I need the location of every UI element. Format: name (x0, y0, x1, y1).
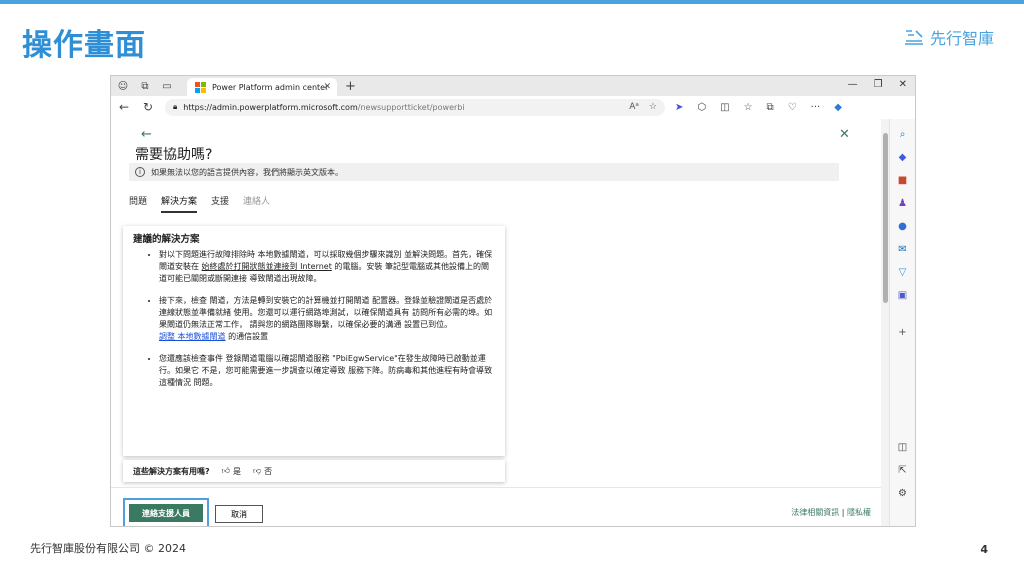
thumbs-up-icon: 👍︎ (221, 466, 231, 475)
collections-icon[interactable]: ⧉ (767, 102, 774, 113)
address-bar[interactable]: 🔒︎ https://admin.powerplatform.microsoft… (165, 98, 665, 116)
shopping-tag-icon[interactable]: ◆ (899, 152, 907, 163)
feedback-question: 這些解決方案有用嗎? (133, 466, 210, 476)
brand-name: 先行智庫 (929, 29, 994, 48)
lock-icon: 🔒︎ (173, 102, 178, 111)
brand-logo: 先行智庫 (904, 25, 994, 49)
support-panel: ← ✕ 需要協助嗎? i 如果無法以您的語言提供內容，我們將顯示英文版本。 問題… (111, 119, 881, 526)
url-host: https://admin.powerplatform.microsoft.co… (183, 102, 358, 112)
legal-links: 法律相關資訊 | 隱私權 (791, 507, 871, 518)
feedback-bar: 這些解決方案有用嗎? 👍︎ 是 👎︎ 否 (123, 460, 505, 482)
favorite-star-icon[interactable]: ☆ (649, 102, 657, 112)
panel-close-icon[interactable]: ✕ (839, 127, 850, 142)
notice-text: 如果無法以您的語言提供內容，我們將顯示英文版本。 (151, 167, 343, 177)
tab-support[interactable]: 支援 (211, 194, 229, 213)
restore-icon[interactable]: ❐ (874, 79, 883, 90)
panel-title: 需要協助嗎? (135, 147, 213, 163)
feedback-no-button[interactable]: 👎︎ 否 (253, 466, 272, 477)
url-path: /newsupportticket/powerbi (357, 102, 465, 112)
split-screen-icon[interactable]: ◫ (720, 102, 729, 113)
browser-tab-active[interactable]: Power Platform admin center ✕ (187, 78, 337, 96)
extension-arrow-icon[interactable]: ➤ (675, 102, 683, 113)
slide: 操作畫面 先行智庫 ☺ ⧉ ▭ Power Platform admin cen… (0, 0, 1024, 576)
hide-sidebar-icon[interactable]: ◫ (898, 442, 907, 453)
tab-problem[interactable]: 問題 (129, 194, 147, 213)
slide-title: 操作畫面 (22, 28, 146, 63)
cancel-button[interactable]: 取消 (215, 505, 263, 523)
favorites-icon[interactable]: ☆ (744, 102, 753, 113)
copilot-icon[interactable]: ◆ (834, 102, 842, 113)
more-menu-icon[interactable]: ··· (811, 102, 821, 113)
workspaces-icon[interactable]: ⧉ (139, 80, 151, 92)
refresh-icon[interactable]: ↻ (141, 100, 155, 114)
browser-window: ☺ ⧉ ▭ Power Platform admin center ✕ + — … (110, 75, 916, 527)
profile-avatar-icon[interactable]: ☺ (117, 80, 129, 92)
highlight-box: 連絡支援人員 (123, 498, 209, 526)
privacy-link[interactable]: 隱私權 (847, 508, 871, 517)
tab-close-icon[interactable]: ✕ (323, 82, 331, 92)
read-aloud-icon[interactable]: Aᵃ (629, 102, 639, 112)
browser-toolbar: ← ↻ 🔒︎ https://admin.powerplatform.micro… (111, 96, 915, 118)
language-notice: i 如果無法以您的語言提供內容，我們將顯示英文版本。 (129, 163, 839, 181)
panel-back-icon[interactable]: ← (141, 127, 152, 142)
solutions-list: 對以下問題進行故障排除時 本地數據閘道，可以採取幾個步驟來識別 並解決問題。首先… (133, 249, 495, 389)
edge-sidebar: ⌕ ◆ ■ ♟ ● ✉ ▽ ▣ + ◫ ⇱ ⚙ (889, 119, 915, 526)
tab-strip: ☺ ⧉ ▭ Power Platform admin center ✕ + — … (111, 76, 915, 96)
scrollbar-thumb[interactable] (883, 133, 888, 303)
info-icon: i (135, 167, 145, 177)
feedback-yes-button[interactable]: 👍︎ 是 (222, 466, 241, 477)
slide-top-accent-bar (0, 0, 1024, 4)
solutions-heading: 建議的解決方案 (133, 234, 200, 245)
back-icon[interactable]: ← (117, 100, 131, 114)
legal-separator: | (841, 508, 845, 517)
tab-title: Power Platform admin center (212, 82, 329, 92)
minimize-icon[interactable]: — (848, 79, 858, 90)
outlook-icon[interactable]: ✉ (898, 244, 906, 255)
legal-info-link[interactable]: 法律相關資訊 (791, 508, 839, 517)
tab-solutions[interactable]: 解決方案 (161, 194, 198, 213)
panel-tabs: 問題 解決方案 支援 連絡人 (129, 194, 270, 213)
office-icon[interactable]: ● (898, 221, 907, 232)
tab-contact: 連絡人 (243, 197, 271, 207)
adjust-gateway-link[interactable]: 調整 本地數據閘道 (159, 332, 226, 341)
thumbs-down-icon: 👎︎ (253, 466, 262, 475)
window-close-icon[interactable]: ✕ (899, 79, 907, 90)
open-external-icon[interactable]: ⇱ (898, 465, 906, 476)
extensions-icon[interactable]: ⬡ (697, 102, 706, 113)
teams-icon[interactable]: ▣ (898, 290, 907, 301)
performance-icon[interactable]: ♡ (788, 102, 797, 113)
brand-icon (904, 30, 923, 45)
games-icon[interactable]: ♟ (898, 198, 907, 209)
sidebar-settings-icon[interactable]: ⚙ (898, 488, 907, 499)
tools-icon[interactable]: ■ (898, 175, 907, 186)
solution-item: 您還應該檢查事件 登錄閘道電腦以確認閘道服務 "PbiEgwService"在發… (159, 353, 495, 389)
new-tab-icon[interactable]: + (345, 79, 356, 94)
tab-actions-icon[interactable]: ▭ (161, 80, 173, 92)
shopping-cart-icon[interactable]: ▽ (899, 267, 907, 278)
solutions-card: 建議的解決方案 對以下問題進行故障排除時 本地數據閘道，可以採取幾個步驟來識別 … (123, 226, 505, 456)
contact-support-button[interactable]: 連絡支援人員 (129, 504, 203, 522)
microsoft-logo-icon (195, 81, 206, 93)
panel-footer: 連絡支援人員 取消 法律相關資訊 | 隱私權 (111, 487, 881, 526)
footer-company: 先行智庫股份有限公司 © 2024 (30, 542, 186, 555)
solution-item: 接下來，檢查 閘道，方法是轉到安裝它的計算機並打開閘道 配置器。登錄並驗證閘道是… (159, 295, 495, 343)
always-on-link[interactable]: 始終處於打開狀態並連接到 Internet (202, 262, 332, 271)
page-number: 4 (980, 543, 988, 556)
search-icon[interactable]: ⌕ (900, 129, 906, 140)
add-sidebar-app-icon[interactable]: + (898, 327, 906, 338)
solution-item: 對以下問題進行故障排除時 本地數據閘道，可以採取幾個步驟來識別 並解決問題。首先… (159, 249, 495, 285)
